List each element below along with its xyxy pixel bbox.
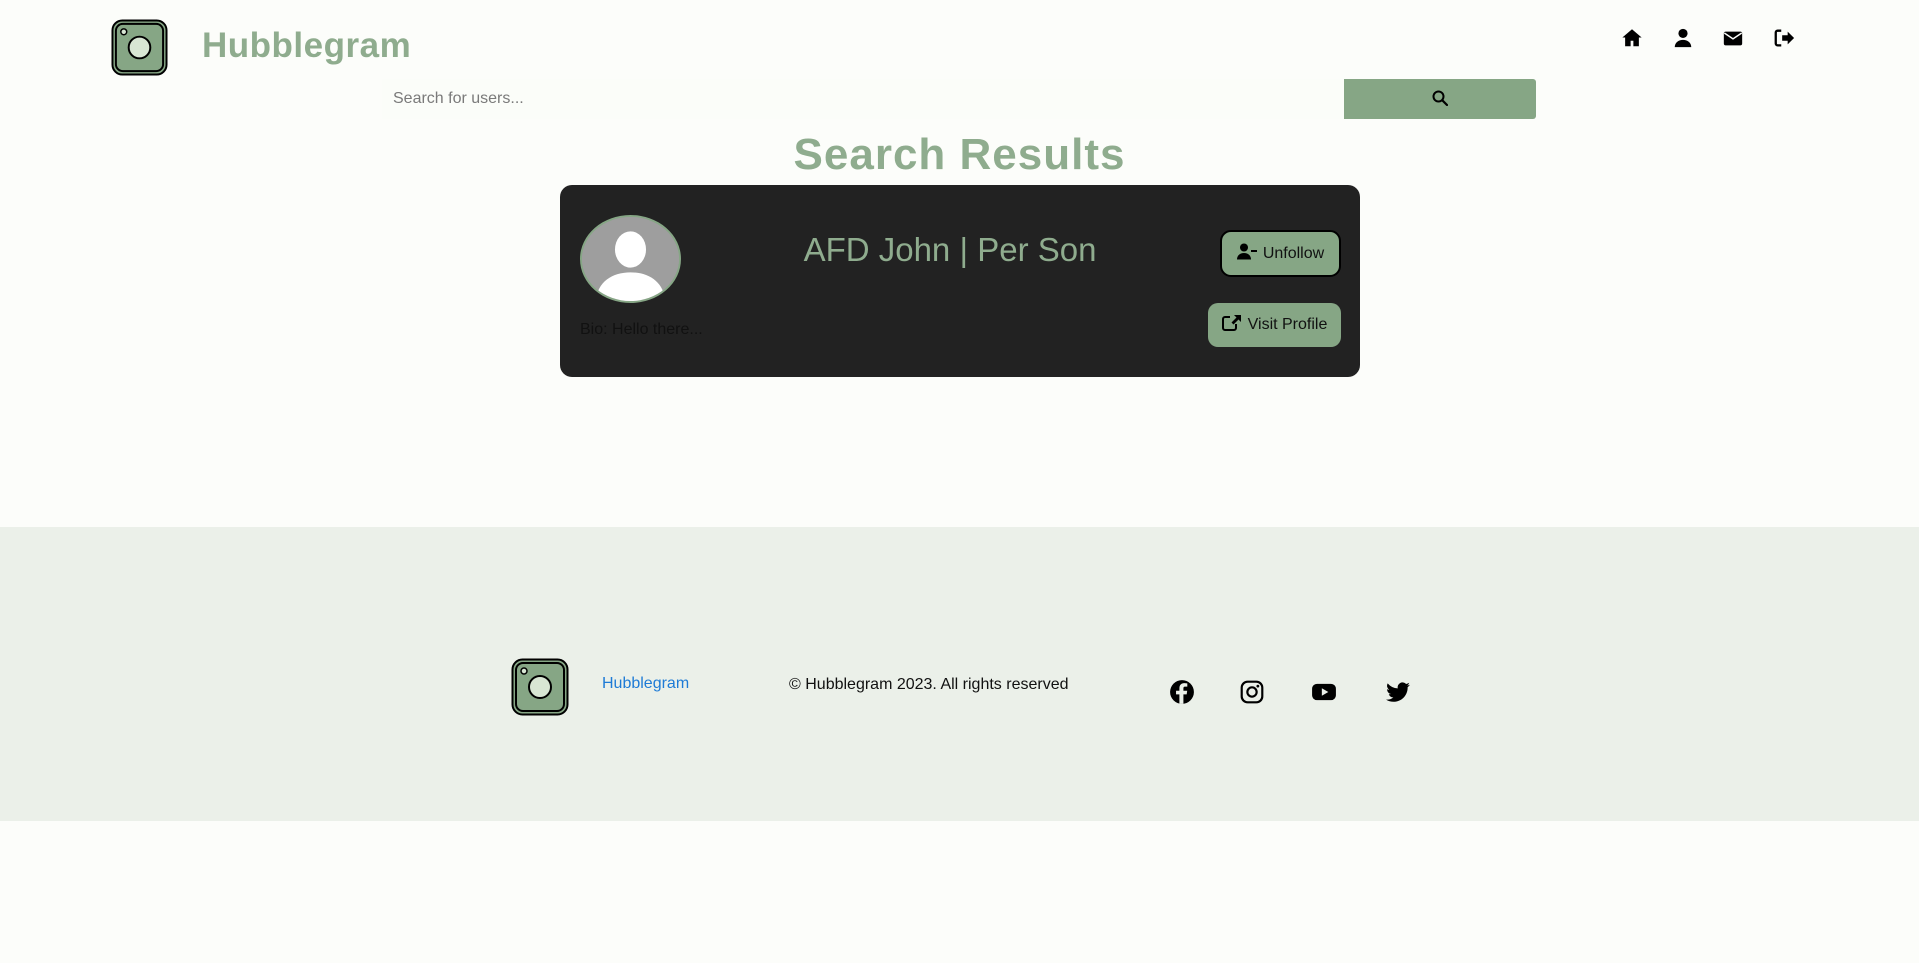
user-result-card: AFD John | Per Son Bio: Hello there... U… [560, 185, 1360, 377]
user-bio: Bio: Hello there... [580, 321, 703, 338]
avatar [580, 215, 681, 303]
home-icon[interactable] [1620, 26, 1644, 50]
user-minus-icon [1236, 243, 1257, 265]
twitter-icon[interactable] [1385, 679, 1411, 705]
unfollow-label: Unfollow [1262, 244, 1325, 262]
search-button[interactable] [1344, 79, 1536, 119]
envelope-icon[interactable] [1721, 26, 1745, 50]
search-input[interactable] [382, 79, 1344, 119]
brand-title[interactable]: Hubblegram [202, 26, 411, 66]
search-icon [1432, 90, 1449, 109]
user-name: AFD John | Per Son [803, 231, 1097, 268]
footer: Hubblegram © Hubblegram 2023. All rights… [0, 527, 1919, 821]
share-square-icon [1221, 314, 1242, 336]
youtube-icon[interactable] [1311, 679, 1337, 705]
visit-profile-button[interactable]: Visit Profile [1208, 303, 1341, 347]
instagram-icon[interactable] [1239, 679, 1265, 705]
footer-brand-link[interactable]: Hubblegram [602, 675, 689, 693]
copyright-text: © Hubblegram 2023. All rights reserved [789, 676, 1069, 693]
footer-logo-icon [511, 658, 569, 716]
logo-icon[interactable] [111, 19, 168, 76]
sign-out-icon[interactable] [1772, 26, 1796, 50]
facebook-icon[interactable] [1169, 679, 1195, 705]
visit-profile-label: Visit Profile [1247, 316, 1328, 333]
page-title: Search Results [793, 130, 1126, 179]
user-icon[interactable] [1671, 26, 1695, 50]
unfollow-button[interactable]: Unfollow [1220, 230, 1341, 277]
